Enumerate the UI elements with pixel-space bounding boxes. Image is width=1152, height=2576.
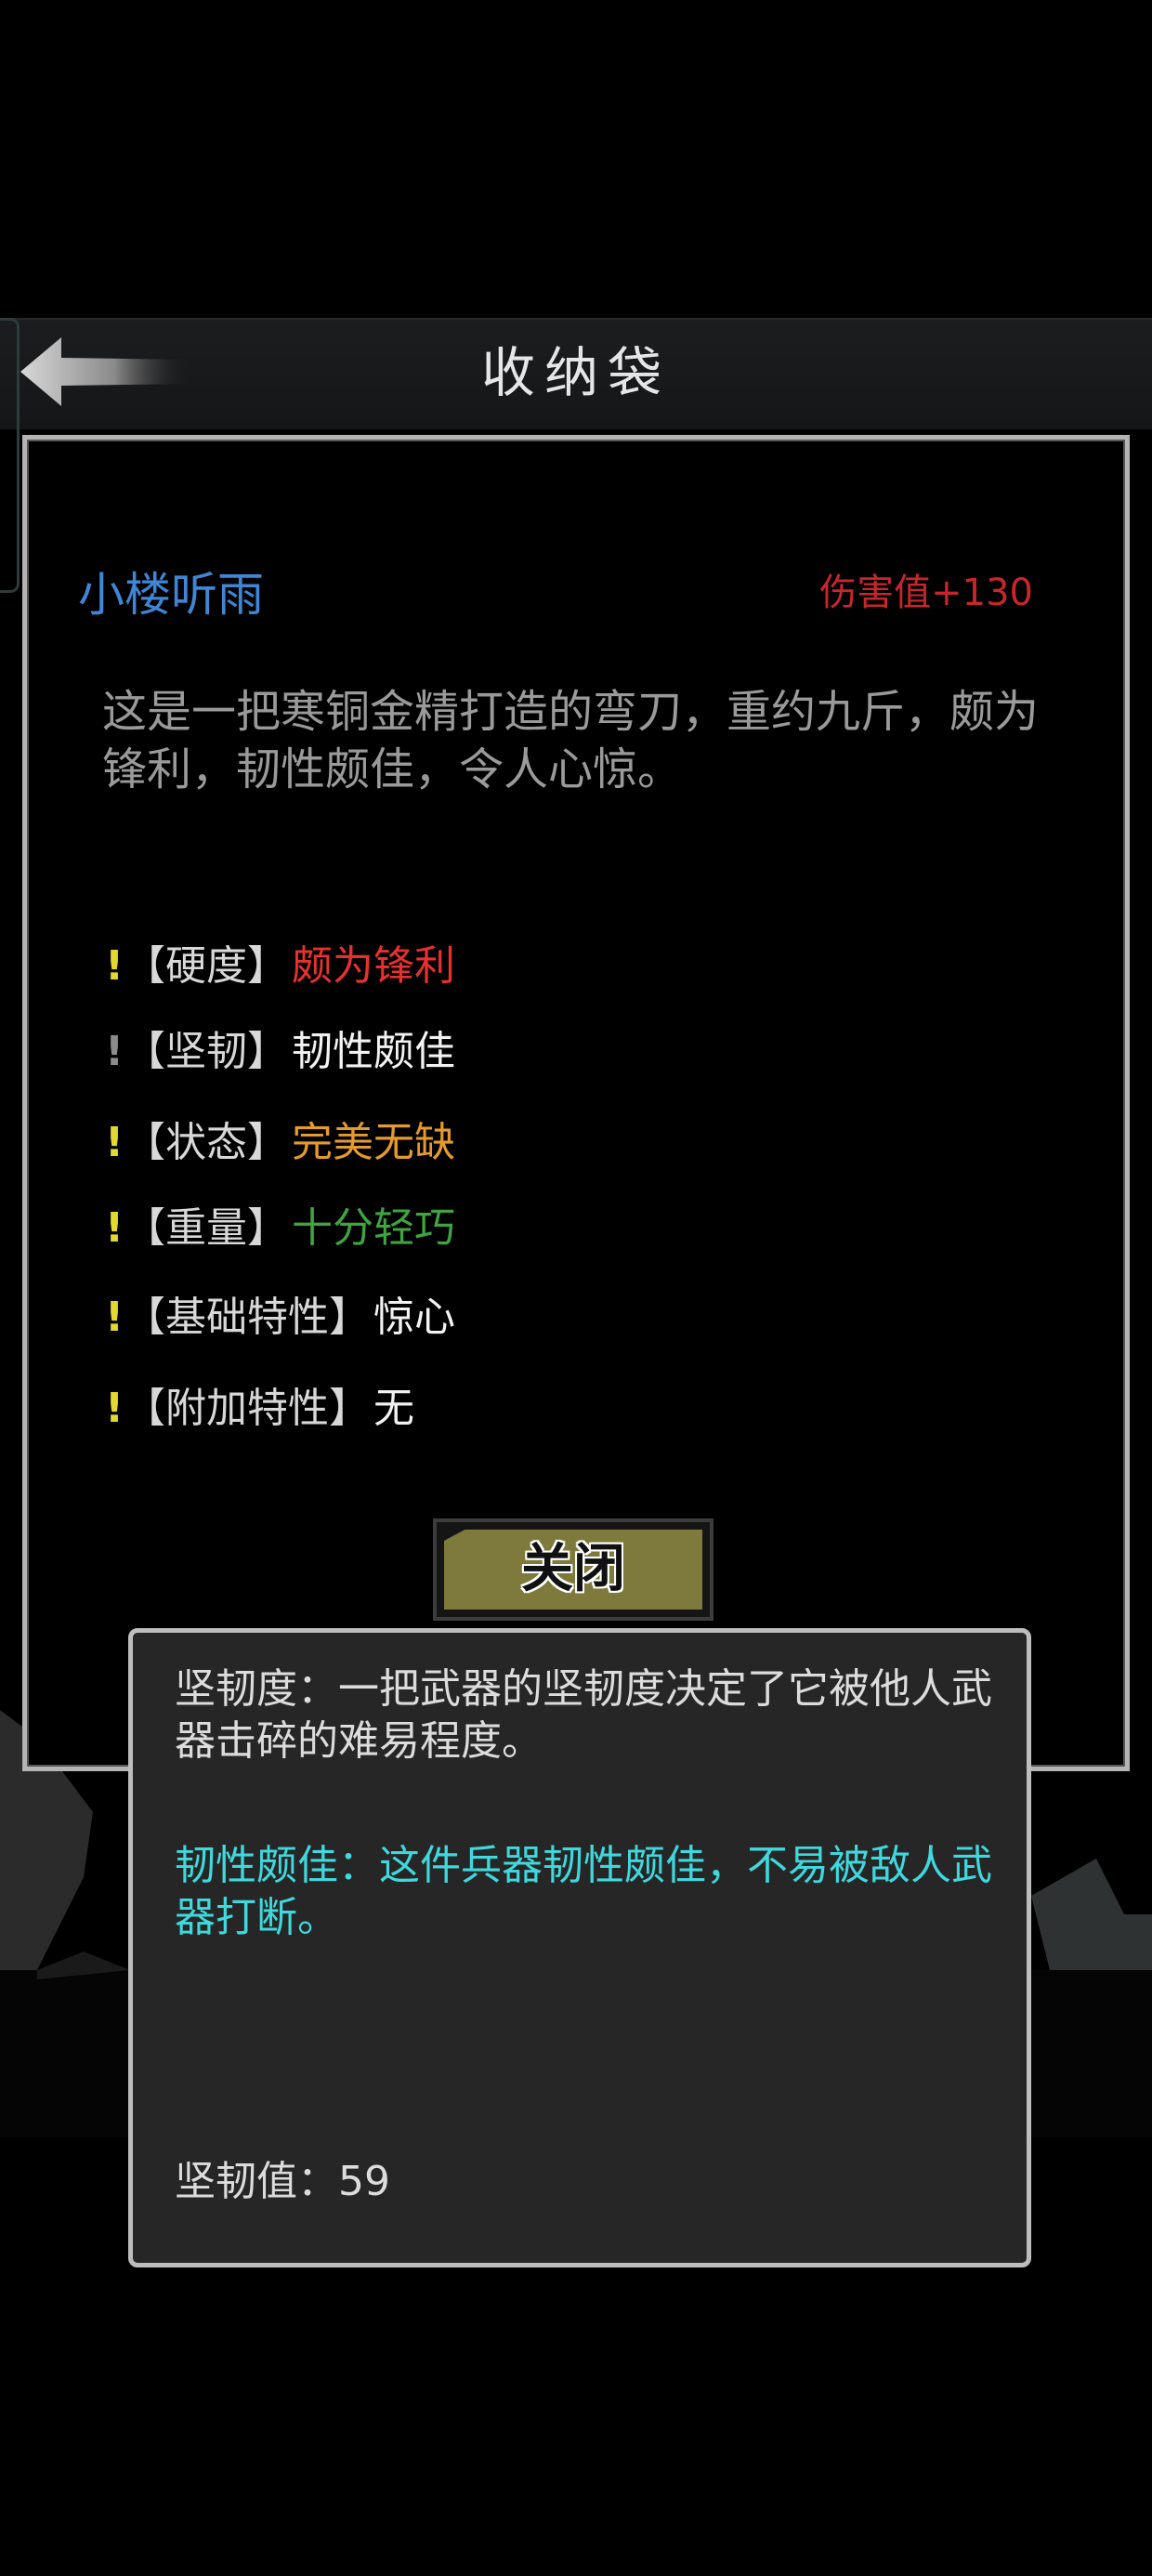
screen: 收纳袋 小楼听雨 伤害值+130 这是一把寒铜金精打造的弯刀，重约九斤，颇为锋利… [0, 0, 1152, 2576]
page-title: 收纳袋 [480, 341, 671, 404]
attribute-value: 韧性颇佳 [292, 1028, 455, 1075]
attribute-weight[interactable]: !【重量】十分轻巧 [104, 1201, 455, 1256]
attribute-label: 【附加特性】 [124, 1385, 370, 1432]
tooltip-grade-description: 韧性颇佳：这件兵器韧性颇佳，不易被敌人武器打断。 [175, 1842, 992, 1941]
attribute-toughness[interactable]: !【坚韧】韧性颇佳 [104, 1024, 455, 1080]
close-button[interactable]: 关闭 [433, 1518, 713, 1621]
close-button-label: 关闭 [521, 1539, 625, 1599]
attribute-label: 【硬度】 [124, 942, 288, 990]
attribute-hardness[interactable]: !【硬度】颇为锋利 [104, 939, 455, 994]
attribute-value: 完美无缺 [292, 1119, 455, 1166]
attribute-label: 【坚韧】 [124, 1028, 288, 1075]
attribute-value: 颇为锋利 [292, 942, 455, 990]
attribute-label: 【重量】 [124, 1204, 288, 1252]
item-description: 这是一把寒铜金精打造的弯刀，重约九斤，颇为锋利，韧性颇佳，令人心惊。 [102, 686, 1040, 795]
attribute-condition[interactable]: !【状态】完美无缺 [104, 1115, 455, 1171]
exclamation-icon: ! [104, 1119, 124, 1166]
attribute-label: 【状态】 [124, 1119, 288, 1166]
exclamation-icon: ! [104, 1028, 124, 1075]
item-name: 小楼听雨 [78, 568, 264, 622]
exclamation-icon: ! [104, 1204, 124, 1252]
tooltip-stat-value: 坚韧值：59 [175, 2158, 390, 2205]
attribute-base-trait[interactable]: !【基础特性】惊心 [104, 1290, 455, 1346]
attribute-extra-trait[interactable]: !【附加特性】无 [104, 1381, 414, 1437]
damage-value: 伤害值+130 [819, 572, 1033, 614]
exclamation-icon: ! [104, 1294, 124, 1341]
exclamation-icon: ! [104, 942, 124, 990]
attribute-label: 【基础特性】 [124, 1294, 370, 1341]
attribute-value: 惊心 [373, 1294, 455, 1341]
tooltip-description: 坚韧度：一把武器的坚韧度决定了它被他人武器击碎的难易程度。 [175, 1665, 992, 1765]
attribute-value: 十分轻巧 [292, 1204, 455, 1252]
attribute-value: 无 [373, 1385, 414, 1432]
exclamation-icon: ! [104, 1385, 124, 1432]
